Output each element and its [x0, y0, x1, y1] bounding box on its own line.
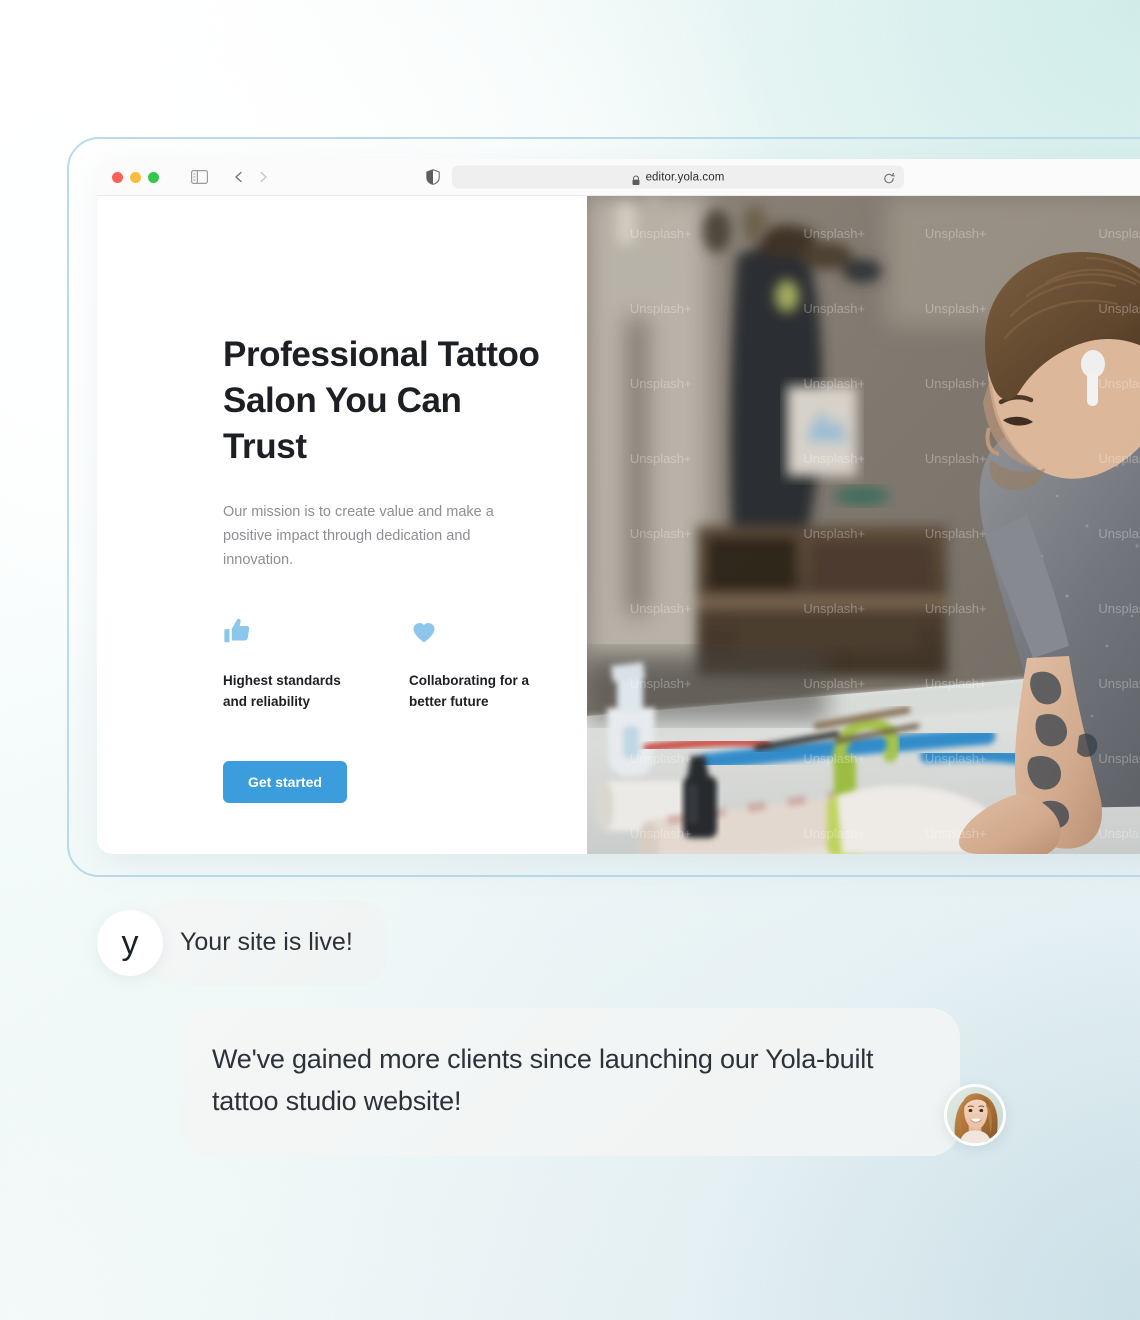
chat-section: y Your site is live! We've gained more c…: [0, 900, 1140, 1156]
privacy-shield-icon[interactable]: [426, 169, 440, 185]
hero-subtext: Our mission is to create value and make …: [223, 504, 494, 568]
customer-photo-avatar: [944, 1084, 1006, 1146]
window-traffic-lights[interactable]: [112, 171, 159, 183]
back-chevron-icon[interactable]: [232, 170, 246, 184]
browser-window: editor.yola.com Professional Tattoo Salo…: [97, 159, 1140, 854]
thumbs-up-icon: [223, 616, 365, 650]
forward-chevron-icon[interactable]: [256, 170, 270, 184]
hero-text-pane: Professional Tattoo Salon You Can Trust …: [97, 196, 587, 854]
chat-message-row: We've gained more clients since launchin…: [0, 1008, 1140, 1156]
feature-item: Highest standards and reliability: [223, 616, 365, 712]
yola-logo-glyph: y: [121, 924, 139, 962]
minimize-window-button[interactable]: [130, 171, 141, 183]
chat-bubble-system: Your site is live!: [146, 900, 387, 986]
hero-image-pane: Unsplash+ Unsplash+ Unsplash+ Unsplash+ …: [587, 196, 1140, 854]
chat-bubble-customer: We've gained more clients since launchin…: [180, 1008, 960, 1156]
page-title: Professional Tattoo Salon You Can Trust: [223, 335, 540, 466]
sidebar-toggle-icon[interactable]: [191, 170, 208, 184]
heart-icon: [409, 616, 551, 650]
yola-logo-avatar: y: [97, 910, 163, 976]
close-window-button[interactable]: [112, 171, 123, 183]
url-text: editor.yola.com: [645, 171, 725, 183]
browser-navigation[interactable]: [232, 170, 270, 184]
maximize-window-button[interactable]: [148, 171, 159, 183]
feature-label: Highest standards and reliability: [223, 673, 341, 709]
reload-icon[interactable]: [883, 171, 895, 183]
get-started-button[interactable]: Get started: [223, 761, 347, 803]
chat-message-row: y Your site is live!: [0, 900, 1140, 986]
feature-list: Highest standards and reliability Collab…: [223, 616, 553, 712]
feature-label: Collaborating for a better future: [409, 673, 530, 709]
website-preview: Professional Tattoo Salon You Can Trust …: [97, 196, 1140, 854]
feature-item: Collaborating for a better future: [409, 616, 551, 712]
url-bar[interactable]: editor.yola.com: [452, 165, 904, 189]
tattoo-artist-photo: [587, 196, 1140, 854]
lock-icon: [632, 172, 640, 185]
browser-toolbar: editor.yola.com: [97, 159, 1140, 196]
